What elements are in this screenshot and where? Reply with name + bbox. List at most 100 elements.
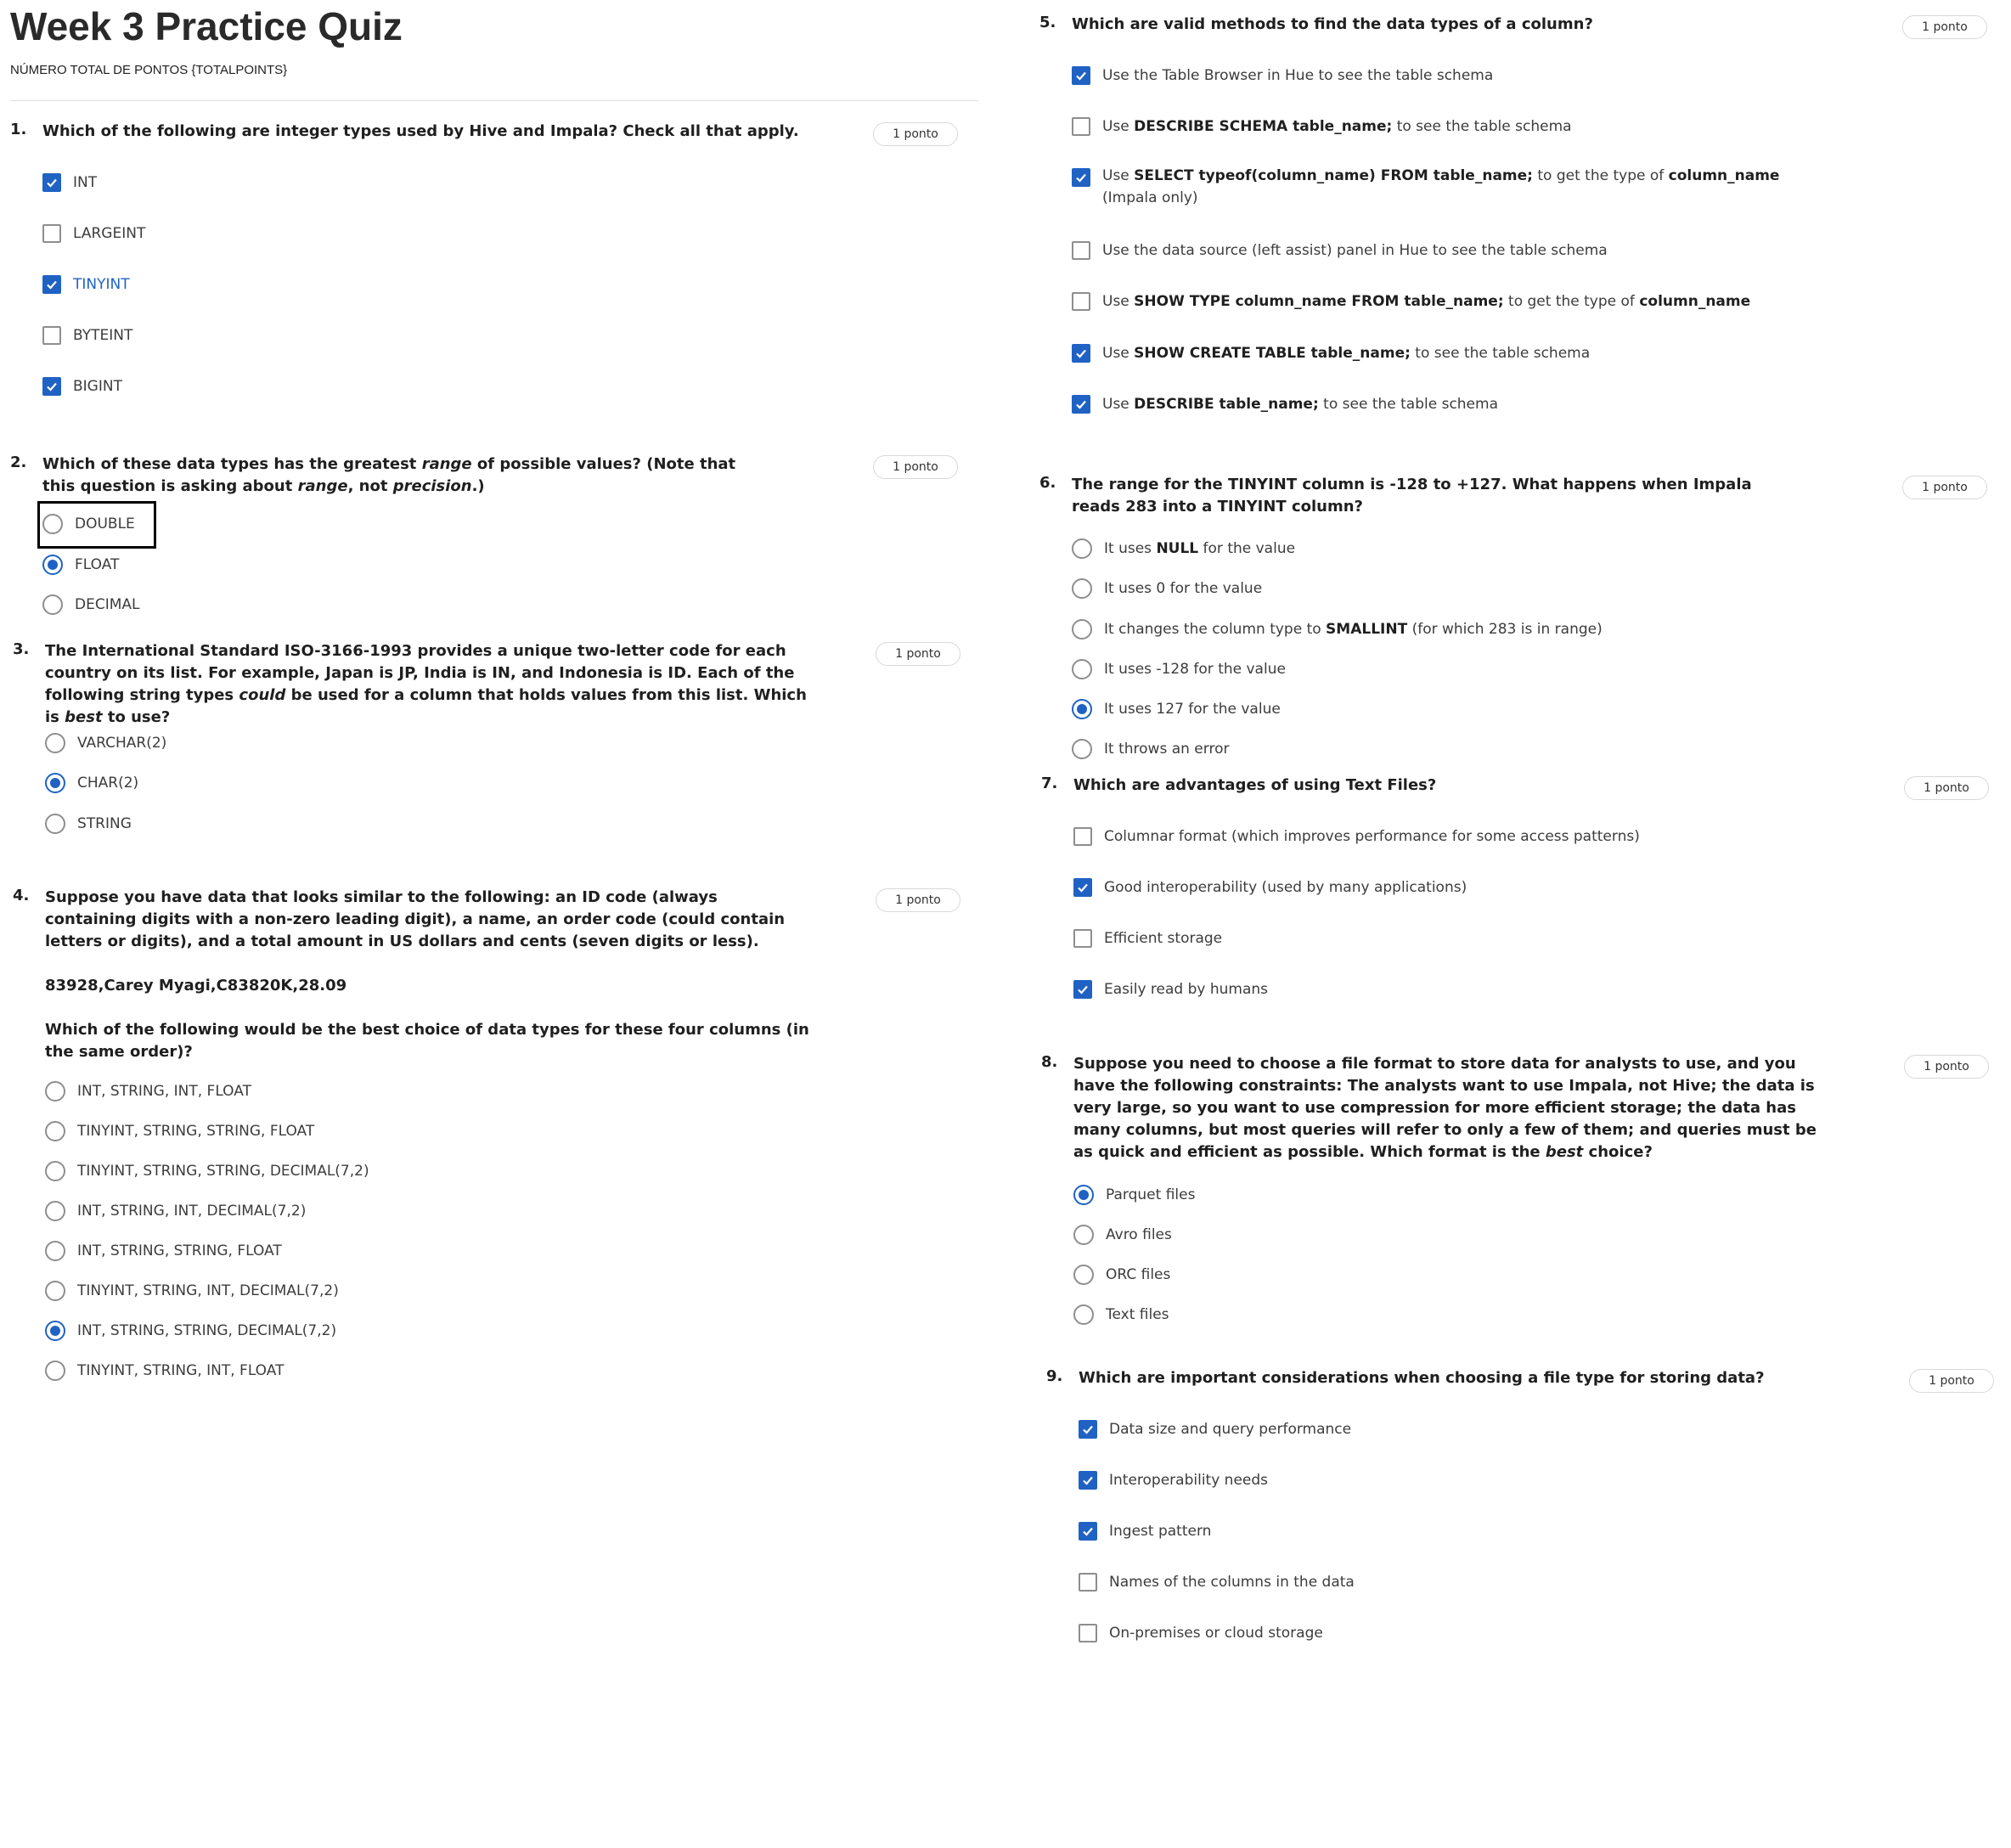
question-number: 8. (1041, 1053, 1058, 1071)
option-varchar[interactable]: VARCHAR(2) (45, 730, 166, 756)
option-float[interactable]: FLOAT (42, 552, 119, 578)
option-columnar[interactable]: Columnar format (which improves performa… (1073, 824, 1640, 849)
radio-button[interactable] (45, 1321, 65, 1341)
radio-button[interactable] (45, 814, 65, 834)
option-int[interactable]: INT (42, 170, 97, 195)
checkbox[interactable] (1079, 1471, 1097, 1490)
option-h[interactable]: TINYINT, STRING, INT, FLOAT (45, 1358, 284, 1383)
option-e[interactable]: INT, STRING, STRING, FLOAT (45, 1238, 282, 1264)
option-decimal[interactable]: DECIMAL (42, 592, 139, 617)
checkbox[interactable] (1072, 344, 1090, 363)
option-double[interactable]: DOUBLE (37, 501, 156, 549)
option-127[interactable]: It uses 127 for the value (1072, 696, 1281, 722)
radio-dot (50, 778, 60, 788)
radio-button[interactable] (45, 1121, 65, 1141)
option-d[interactable]: INT, STRING, INT, DECIMAL(7,2) (45, 1198, 306, 1224)
option-on-prem-cloud[interactable]: On-premises or cloud storage (1079, 1620, 1323, 1646)
option-data-source-panel[interactable]: Use the data source (left assist) panel … (1072, 238, 1608, 263)
points-badge: 1 ponto (876, 642, 960, 666)
checkbox[interactable] (1079, 1573, 1097, 1592)
radio-button[interactable] (1073, 1225, 1094, 1245)
radio-button[interactable] (1072, 739, 1092, 759)
option-c[interactable]: TINYINT, STRING, STRING, DECIMAL(7,2) (45, 1158, 369, 1184)
option-describe-table[interactable]: Use DESCRIBE table_name; to see the tabl… (1072, 392, 1498, 417)
radio-button[interactable] (45, 1241, 65, 1261)
option-bigint[interactable]: BIGINT (42, 374, 122, 399)
checkbox[interactable] (1072, 395, 1090, 414)
option-orc[interactable]: ORC files (1073, 1262, 1170, 1287)
option-show-create-table[interactable]: Use SHOW CREATE TABLE table_name; to see… (1072, 341, 1590, 366)
question-3: 3. The International Standard ISO-3166-1… (13, 640, 964, 844)
checkbox[interactable] (1072, 241, 1090, 260)
radio-button[interactable] (1073, 1304, 1094, 1325)
option-avro[interactable]: Avro files (1073, 1222, 1172, 1248)
radio-button[interactable] (42, 594, 63, 615)
option-table-browser[interactable]: Use the Table Browser in Hue to see the … (1072, 63, 1493, 88)
checkbox[interactable] (42, 275, 61, 294)
question-1: 1. Which of the following are integer ty… (10, 121, 961, 418)
option-g[interactable]: INT, STRING, STRING, DECIMAL(7,2) (45, 1318, 336, 1344)
radio-button[interactable] (45, 1201, 65, 1221)
radio-button[interactable] (1072, 619, 1092, 639)
radio-button[interactable] (1072, 538, 1092, 559)
radio-button[interactable] (1072, 699, 1092, 719)
option-text-files[interactable]: Text files (1073, 1302, 1169, 1327)
option-efficient-storage[interactable]: Efficient storage (1073, 926, 1222, 951)
radio-button[interactable] (1072, 578, 1092, 599)
checkbox[interactable] (1073, 980, 1092, 999)
radio-button[interactable] (1073, 1185, 1094, 1205)
question-number: 7. (1041, 775, 1058, 792)
radio-button[interactable] (45, 733, 65, 753)
option-ingest-pattern[interactable]: Ingest pattern (1079, 1518, 1211, 1544)
radio-button[interactable] (45, 1081, 65, 1101)
option-largeint[interactable]: LARGEINT (42, 221, 145, 246)
option-describe-schema[interactable]: Use DESCRIBE SCHEMA table_name; to see t… (1072, 114, 1572, 139)
option-interoperability[interactable]: Good interoperability (used by many appl… (1073, 875, 1467, 900)
option-smallint[interactable]: It changes the column type to SMALLINT (… (1072, 617, 1603, 642)
option-tinyint[interactable]: TINYINT (42, 272, 130, 297)
radio-button[interactable] (45, 1161, 65, 1181)
checkbox[interactable] (1072, 66, 1090, 85)
radio-button[interactable] (42, 555, 63, 575)
radio-button[interactable] (1073, 1265, 1094, 1285)
radio-button[interactable] (45, 773, 65, 793)
option-char[interactable]: CHAR(2) (45, 770, 138, 796)
option-b[interactable]: TINYINT, STRING, STRING, FLOAT (45, 1118, 314, 1144)
option-byteint[interactable]: BYTEINT (42, 323, 132, 348)
radio-button[interactable] (45, 1361, 65, 1381)
option-zero[interactable]: It uses 0 for the value (1072, 576, 1262, 601)
option-typeof[interactable]: Use SELECT typeof(column_name) FROM tabl… (1072, 165, 1799, 212)
checkbox[interactable] (1073, 827, 1092, 846)
checkbox[interactable] (42, 173, 61, 192)
option-a[interactable]: INT, STRING, INT, FLOAT (45, 1079, 251, 1104)
option-data-size[interactable]: Data size and query performance (1079, 1417, 1351, 1442)
option-human-readable[interactable]: Easily read by humans (1073, 977, 1268, 1002)
checkbox[interactable] (1079, 1522, 1097, 1541)
check-icon (1083, 1527, 1093, 1536)
checkbox[interactable] (1072, 117, 1090, 136)
radio-button[interactable] (1072, 659, 1092, 679)
option-f[interactable]: TINYINT, STRING, INT, DECIMAL(7,2) (45, 1278, 339, 1304)
option-column-names[interactable]: Names of the columns in the data (1079, 1569, 1355, 1595)
question-4: 4. Suppose you have data that looks simi… (13, 887, 964, 1396)
option-string[interactable]: STRING (45, 811, 132, 837)
option-error[interactable]: It throws an error (1072, 736, 1229, 762)
option-show-type[interactable]: Use SHOW TYPE column_name FROM table_nam… (1072, 289, 1750, 314)
option-null[interactable]: It uses NULL for the value (1072, 536, 1295, 561)
checkbox[interactable] (1072, 168, 1090, 187)
checkbox[interactable] (1073, 929, 1092, 948)
checkbox[interactable] (1073, 878, 1092, 897)
checkbox[interactable] (1079, 1624, 1097, 1642)
radio-button[interactable] (45, 1281, 65, 1301)
checkbox[interactable] (42, 377, 61, 396)
option-interoperability-needs[interactable]: Interoperability needs (1079, 1468, 1268, 1493)
checkbox[interactable] (42, 224, 61, 243)
checkbox[interactable] (42, 326, 61, 345)
question-text: The International Standard ISO-3166-1993… (45, 642, 807, 726)
option-minus-128[interactable]: It uses -128 for the value (1072, 656, 1286, 682)
checkbox[interactable] (1079, 1420, 1097, 1439)
option-label: Use DESCRIBE table_name; to see the tabl… (1102, 396, 1498, 413)
option-parquet[interactable]: Parquet files (1073, 1182, 1195, 1208)
checkbox[interactable] (1072, 292, 1090, 311)
check-icon (1083, 1425, 1093, 1434)
